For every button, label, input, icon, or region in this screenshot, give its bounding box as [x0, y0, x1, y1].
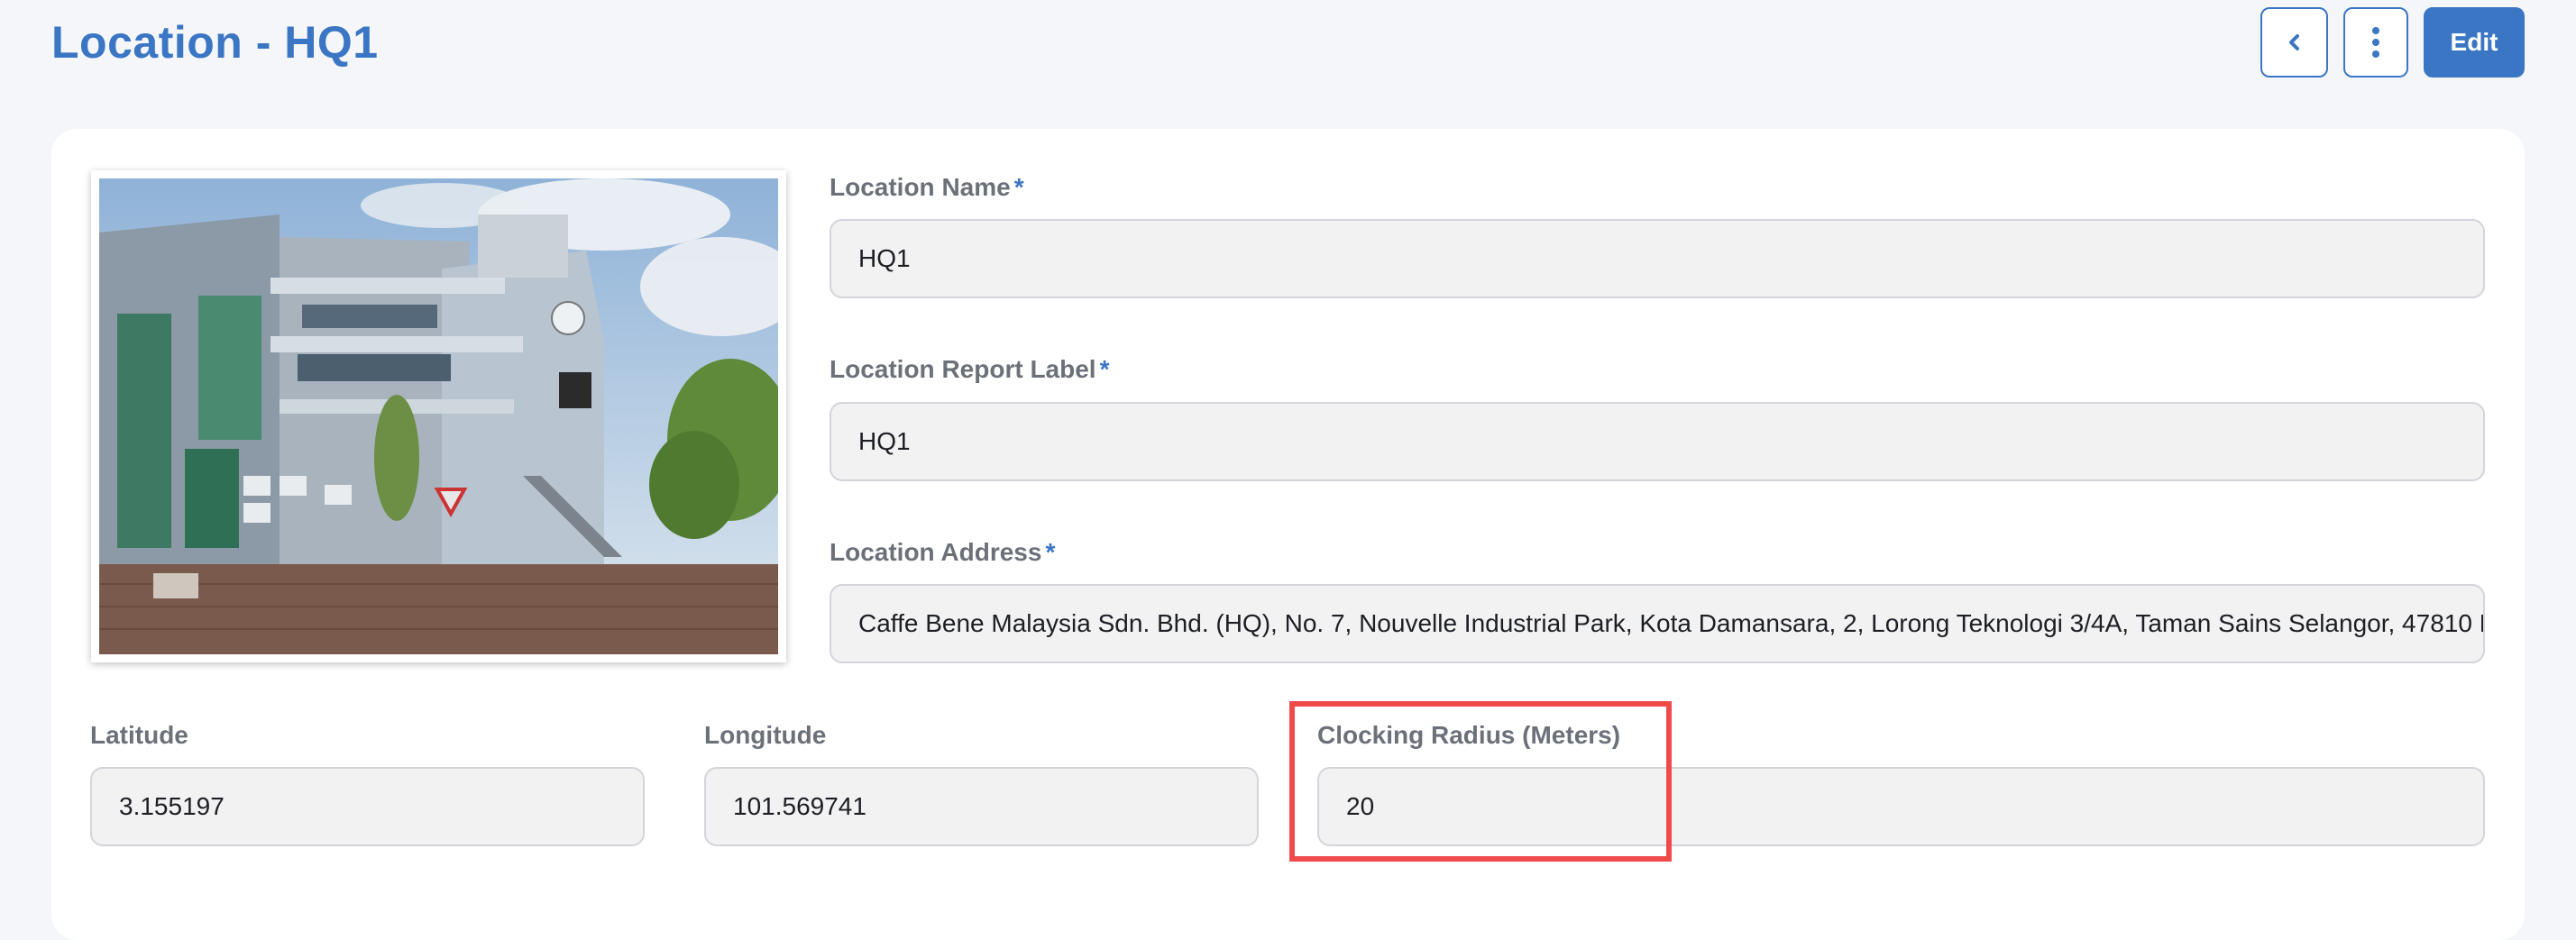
latitude-label: Latitude: [90, 721, 188, 749]
location-photo: [91, 170, 786, 662]
location-name-field[interactable]: HQ1: [830, 219, 2485, 298]
longitude-field[interactable]: 101.569741: [704, 767, 1259, 846]
location-address-label: Location Address *: [830, 538, 1056, 566]
location-report-label-field[interactable]: HQ1: [830, 402, 2485, 481]
clocking-radius-label: Clocking Radius (Meters): [1317, 721, 1621, 749]
edit-button[interactable]: Edit: [2424, 7, 2525, 78]
location-name-label: Location Name *: [830, 173, 1024, 201]
vertical-dots-icon: [2372, 27, 2379, 58]
location-report-label-label: Location Report Label *: [830, 355, 1110, 383]
latitude-field[interactable]: 3.155197: [90, 767, 645, 846]
longitude-label: Longitude: [704, 721, 827, 749]
chevron-left-icon: [2288, 34, 2299, 50]
more-options-button[interactable]: [2343, 7, 2408, 78]
clocking-radius-field[interactable]: 20: [1317, 767, 2485, 846]
building-photo-image: [99, 178, 778, 654]
location-address-field[interactable]: Caffe Bene Malaysia Sdn. Bhd. (HQ), No. …: [830, 584, 2485, 663]
page-title: Location - HQ1: [51, 17, 379, 68]
back-button[interactable]: [2260, 7, 2328, 78]
